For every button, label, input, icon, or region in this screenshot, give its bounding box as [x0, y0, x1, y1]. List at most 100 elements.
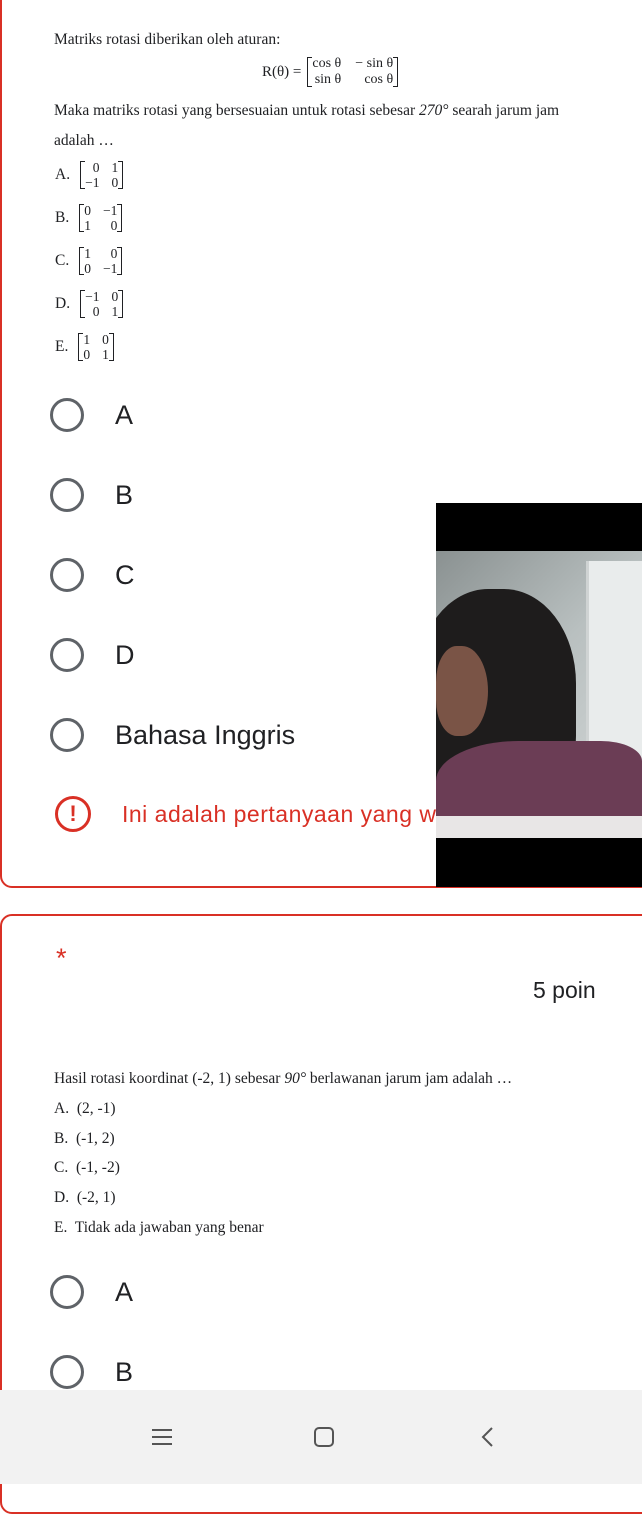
points-label: 5 poin [533, 977, 596, 1003]
option-matrix: 10 01 [78, 332, 114, 362]
option-text: (2, -1) [76, 1100, 116, 1117]
matrix-cell: 0 [110, 218, 118, 233]
q2-option-c: C. (-1, -2) [54, 1159, 120, 1177]
video-call-overlay[interactable] [436, 503, 642, 887]
option-letter: C. [54, 1159, 69, 1176]
q2-choice-b[interactable]: B [50, 1355, 133, 1389]
matrix-cell: − sin θ [355, 56, 394, 71]
prompt-text: Maka matriks rotasi yang bersesuaian unt… [54, 102, 416, 119]
q1-prompt-line2: adalah … [54, 132, 114, 149]
matrix-cell: sin θ [314, 72, 342, 87]
matrix-cell: −1 [85, 289, 100, 304]
q2-option-a: A. (2, -1) [54, 1100, 116, 1118]
option-text: (-1, -2) [75, 1159, 120, 1176]
q2-choice-a[interactable]: A [50, 1275, 133, 1309]
matrix-cell: 0 [92, 304, 100, 319]
matrix-cell: 1 [102, 347, 109, 362]
back-chevron-icon [481, 1427, 493, 1447]
matrix-cell: 0 [83, 347, 91, 362]
q1-option-c: C. 10 0 −1 [55, 246, 123, 276]
formula-lhs: R(θ) = [262, 63, 302, 80]
q2-prompt: Hasil rotasi koordinat (-2, 1) sebesar 9… [54, 1070, 512, 1088]
choice-label: Bahasa Inggris [115, 719, 296, 750]
choice-label: A [115, 399, 134, 430]
option-text: (-1, 2) [75, 1130, 115, 1147]
matrix-cell: 1 [84, 246, 91, 261]
option-letter: C. [55, 252, 70, 269]
matrix-cell: 1 [111, 304, 119, 319]
matrix-cell: −1 [102, 261, 118, 276]
option-text: (-2, 1) [76, 1189, 116, 1206]
option-letter: B. [54, 1130, 69, 1147]
video-person-face [436, 646, 488, 736]
menu-button[interactable] [122, 1390, 202, 1484]
prompt-text: berlawanan jarum jam adalah … [309, 1070, 513, 1087]
matrix-cell: −1 [85, 175, 100, 190]
q1-option-e: E. 10 01 [55, 332, 114, 362]
system-navigation-bar [0, 1390, 642, 1484]
formula-matrix: cos θ − sin θ sin θ cos θ [307, 56, 399, 88]
error-icon: ! [55, 796, 91, 832]
q1-intro: Matriks rotasi diberikan oleh aturan: [54, 31, 281, 48]
option-matrix: 0 −1 10 [79, 203, 123, 233]
option-matrix: 01 −1 0 [80, 160, 124, 190]
option-letter: D. [55, 295, 71, 312]
prompt-coord: (-2, 1) [192, 1070, 231, 1087]
matrix-cell: −1 [102, 203, 118, 218]
q1-option-a: A. 01 −1 0 [55, 160, 124, 190]
choice-label: B [115, 479, 134, 510]
option-letter: E. [54, 1219, 68, 1236]
choice-label: B [115, 1356, 134, 1387]
q1-choice-e[interactable]: Bahasa Inggris [50, 718, 295, 752]
home-square-icon [314, 1427, 334, 1447]
matrix-cell: 0 [102, 332, 109, 347]
choice-label: D [115, 639, 135, 670]
choice-label: C [115, 559, 135, 590]
radio-button[interactable] [50, 1355, 84, 1389]
matrix-cell: 0 [111, 289, 119, 304]
radio-button[interactable] [50, 1275, 84, 1309]
back-button[interactable] [448, 1390, 528, 1484]
option-matrix: 10 0 −1 [79, 246, 123, 276]
radio-button[interactable] [50, 638, 84, 672]
q1-option-b: B. 0 −1 10 [55, 203, 123, 233]
radio-button[interactable] [50, 718, 84, 752]
q1-prompt-line1: Maka matriks rotasi yang bersesuaian unt… [54, 102, 559, 120]
option-letter: A. [54, 1100, 70, 1117]
q1-choice-c[interactable]: C [50, 558, 135, 592]
option-letter: D. [54, 1189, 70, 1206]
matrix-cell: 1 [111, 160, 119, 175]
q2-option-d: D. (-2, 1) [54, 1189, 116, 1207]
matrix-cell: 0 [84, 203, 91, 218]
matrix-cell: 1 [83, 332, 91, 347]
radio-button[interactable] [50, 558, 84, 592]
home-button[interactable] [284, 1390, 364, 1484]
prompt-angle: 270° [419, 102, 449, 119]
option-letter: E. [55, 338, 69, 355]
q1-formula: R(θ) = cos θ − sin θ sin θ cos θ [262, 56, 399, 88]
option-matrix: −1 0 01 [80, 289, 124, 319]
prompt-text: searah jarum jam [452, 102, 560, 119]
option-letter: A. [55, 166, 71, 183]
option-text: Tidak ada jawaban yang benar [74, 1219, 264, 1236]
prompt-text: sebesar [234, 1070, 281, 1087]
required-mark: * [56, 943, 67, 973]
matrix-cell: 1 [84, 218, 91, 233]
matrix-cell: 0 [110, 246, 118, 261]
menu-icon [152, 1429, 172, 1445]
video-frame [436, 551, 642, 838]
q1-option-d: D. −1 0 01 [55, 289, 124, 319]
q1-choice-a[interactable]: A [50, 398, 133, 432]
q1-choice-d[interactable]: D [50, 638, 135, 672]
prompt-angle: 90° [284, 1070, 307, 1087]
video-table [436, 816, 642, 838]
option-letter: B. [55, 209, 70, 226]
radio-button[interactable] [50, 478, 84, 512]
matrix-cell: 0 [84, 261, 91, 276]
matrix-cell: 0 [92, 160, 100, 175]
radio-button[interactable] [50, 398, 84, 432]
q1-choice-b[interactable]: B [50, 478, 133, 512]
q2-option-e: E. Tidak ada jawaban yang benar [54, 1219, 264, 1237]
matrix-cell: cos θ [312, 56, 342, 71]
matrix-cell: cos θ [364, 72, 394, 87]
